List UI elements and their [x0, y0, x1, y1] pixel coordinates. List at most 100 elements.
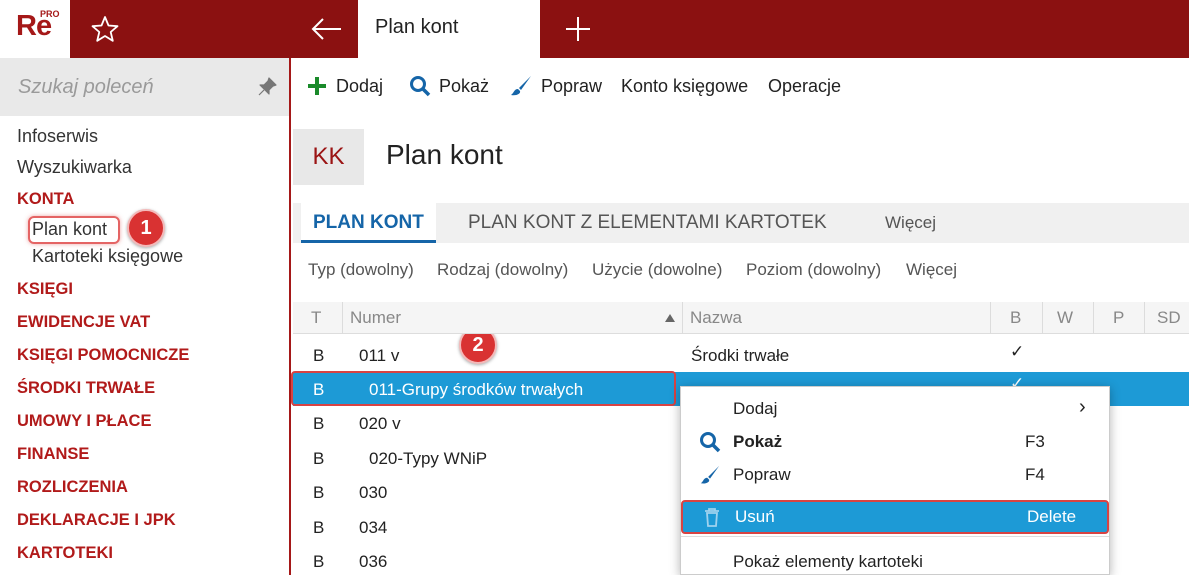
column-divider	[682, 302, 683, 334]
show-button[interactable]: Pokaż	[409, 74, 489, 98]
sidebar-section-umowy-i-place[interactable]: UMOWY I PŁACE	[17, 412, 151, 431]
brush-icon	[700, 465, 720, 484]
cell-type: B	[313, 518, 325, 537]
brush-icon	[511, 76, 531, 96]
sidebar-section-finanse[interactable]: FINANSE	[17, 445, 89, 464]
cell-type: B	[313, 483, 325, 502]
show-label: Pokaż	[439, 75, 490, 96]
title-bar: Re PRO Plan kont	[0, 0, 1189, 58]
edit-button[interactable]: Popraw	[509, 74, 602, 98]
selected-row-outline	[291, 371, 676, 406]
cell-type: B	[313, 552, 325, 571]
tab-plan-kont[interactable]: Plan kont	[358, 0, 540, 58]
cell-number: 034	[359, 518, 388, 537]
cell-type: B	[313, 346, 325, 365]
logo-badge: PRO	[40, 9, 60, 19]
cell-name: Środki trwałe	[691, 346, 790, 365]
tab-plan-kont-view[interactable]: PLAN KONT	[301, 203, 436, 243]
filter-typ[interactable]: Typ (dowolny)	[308, 260, 414, 280]
column-divider	[1042, 302, 1043, 334]
sidebar-section-konta[interactable]: KONTA	[17, 190, 74, 209]
menu-label: Pokaż elementy kartoteki	[733, 552, 923, 571]
sidebar-section-deklaracje-i-jpk[interactable]: DEKLARACJE I JPK	[17, 511, 176, 530]
callout-badge-1: 1	[127, 209, 165, 247]
edit-label: Popraw	[541, 75, 603, 96]
filter-rodzaj[interactable]: Rodzaj (dowolny)	[437, 260, 568, 280]
menu-shortcut: F4	[1025, 465, 1045, 484]
column-header-nazwa[interactable]: Nazwa	[690, 308, 742, 328]
context-menu-item-add[interactable]: Dodaj ›	[681, 392, 1109, 426]
module-icon: KK	[293, 129, 364, 185]
account-button[interactable]: Konto księgowe	[621, 74, 748, 98]
search-icon	[700, 432, 721, 453]
star-icon[interactable]	[88, 13, 122, 45]
menu-label: Pokaż	[733, 432, 783, 451]
submenu-arrow-icon: ›	[1079, 396, 1086, 418]
column-header-sd[interactable]: SD	[1157, 308, 1181, 328]
sort-asc-icon[interactable]	[664, 313, 676, 323]
cell-number: 011 v	[359, 346, 400, 365]
column-header-numer[interactable]: Numer	[350, 308, 401, 328]
context-menu-item-show[interactable]: Pokaż F3	[681, 425, 1109, 459]
filter-bar: Typ (dowolny) Rodzaj (dowolny) Użycie (d…	[293, 243, 1189, 297]
trash-icon	[705, 508, 719, 527]
context-menu-item-delete[interactable]: Usuń Delete	[681, 500, 1109, 534]
context-menu-item-show-elements[interactable]: Pokaż elementy kartoteki	[681, 545, 1109, 575]
plus-icon[interactable]	[561, 12, 595, 46]
context-menu: Dodaj › Pokaż F3 Popraw F4 Usuń Delete P…	[680, 386, 1110, 575]
sidebar-item-infoserwis[interactable]: Infoserwis	[17, 126, 98, 147]
menu-divider	[681, 536, 1109, 537]
menu-label: Dodaj	[733, 399, 778, 418]
filter-uzycie[interactable]: Użycie (dowolne)	[592, 260, 722, 280]
search-bar	[0, 58, 289, 116]
sidebar-item-kartoteki-ksiegowe[interactable]: Kartoteki księgowe	[32, 246, 183, 267]
context-menu-item-edit[interactable]: Popraw F4	[681, 458, 1109, 492]
tab-more[interactable]: Więcej	[885, 203, 936, 243]
filter-poziom[interactable]: Poziom (dowolny)	[746, 260, 881, 280]
cell-number: 020 v	[359, 414, 401, 433]
menu-shortcut: F3	[1025, 432, 1045, 451]
pin-icon[interactable]	[256, 76, 278, 98]
cell-type: B	[313, 414, 325, 433]
cell-number: 036	[359, 552, 388, 571]
cell-type: B	[313, 449, 325, 468]
page-title: Plan kont	[386, 139, 503, 170]
column-divider	[1144, 302, 1145, 334]
cell-b-check: ✓	[1010, 342, 1025, 361]
tab-plan-kont-z-elementami[interactable]: PLAN KONT Z ELEMENTAMI KARTOTEK	[468, 203, 827, 243]
app-logo[interactable]: Re PRO	[0, 0, 70, 58]
menu-shortcut: Delete	[1027, 507, 1077, 526]
column-divider	[342, 302, 343, 334]
sidebar-section-ksiegi[interactable]: KSIĘGI	[17, 280, 73, 299]
table-row[interactable]: B 011 v Środki trwałe ✓	[293, 338, 1189, 372]
cell-number: 030	[359, 483, 388, 502]
menu-label: Popraw	[733, 465, 791, 484]
search-icon	[410, 76, 431, 97]
plus-icon	[308, 77, 326, 95]
sidebar-section-ksiegi-pomocnicze[interactable]: KSIĘGI POMOCNICZE	[17, 346, 189, 365]
back-arrow-icon[interactable]	[305, 13, 347, 45]
search-input[interactable]	[0, 58, 240, 116]
cell-number: 020-Typy WNiP	[369, 449, 488, 468]
sidebar-section-ewidencje-vat[interactable]: EWIDENCJE VAT	[17, 313, 150, 332]
table-header: T Numer Nazwa B W P SD	[293, 302, 1189, 334]
sidebar-section-rozliczenia[interactable]: ROZLICZENIA	[17, 478, 128, 497]
column-divider	[1093, 302, 1094, 334]
operations-button[interactable]: Operacje	[768, 74, 841, 98]
column-divider	[990, 302, 991, 334]
sidebar: Infoserwis Wyszukiwarka KONTA Plan kont …	[0, 58, 291, 575]
tab-title: Plan kont	[375, 16, 459, 38]
filter-more[interactable]: Więcej	[906, 260, 957, 280]
toolbar: Dodaj Pokaż Popraw Konto księgowe Operac…	[293, 58, 1189, 114]
column-header-b[interactable]: B	[1010, 308, 1021, 328]
sidebar-item-wyszukiwarka[interactable]: Wyszukiwarka	[17, 157, 132, 178]
add-button[interactable]: Dodaj	[306, 74, 383, 98]
sidebar-section-kartoteki[interactable]: KARTOTEKI	[17, 544, 113, 563]
sidebar-item-plan-kont[interactable]: Plan kont	[32, 219, 107, 240]
column-header-t[interactable]: T	[311, 308, 321, 328]
column-header-p[interactable]: P	[1113, 308, 1124, 328]
view-tabs: PLAN KONT PLAN KONT Z ELEMENTAMI KARTOTE…	[293, 203, 1189, 243]
column-header-w[interactable]: W	[1057, 308, 1073, 328]
add-label: Dodaj	[336, 75, 384, 96]
sidebar-section-srodki-trwale[interactable]: ŚRODKI TRWAŁE	[17, 379, 155, 398]
